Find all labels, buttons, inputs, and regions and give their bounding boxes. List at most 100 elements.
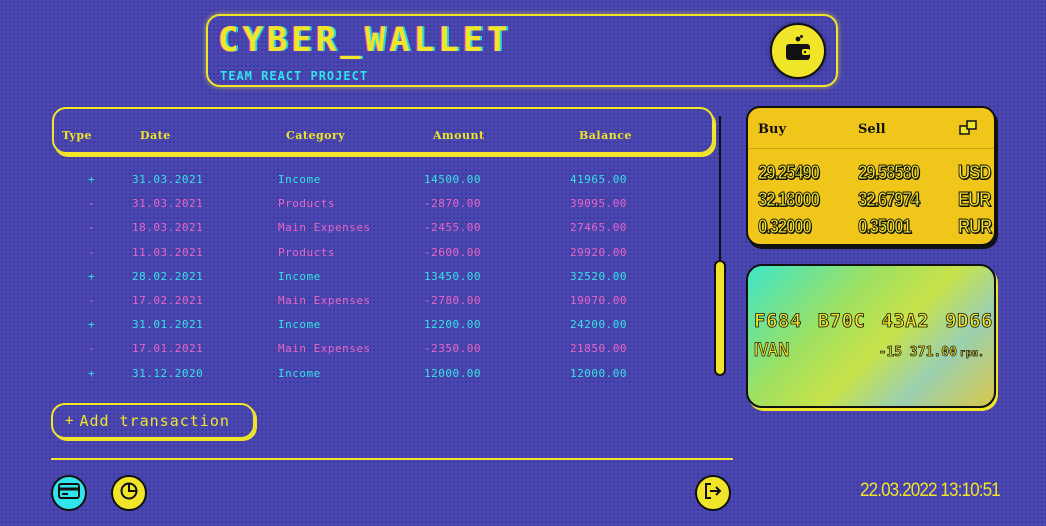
row-amount: -2870.00 [424,197,481,211]
card-holder: IVAN [754,340,790,362]
column-category: Category [286,129,346,142]
row-type: + [88,173,96,186]
rate-buy: 0.32000 [758,216,813,239]
row-date: 17.02.2021 [132,293,204,307]
table-row[interactable]: - 17.02.2021 Main Expenses -2780.00 19070.00 [52,291,714,315]
table-row[interactable]: - 31.03.2021 Products -2870.00 39095.00 [52,194,714,218]
table-row[interactable]: +28.02.2021 Income 13450.00 32520.00 [52,267,714,291]
row-date: 18.03.2021 [132,221,204,235]
row-balance: 27465.00 [570,221,627,235]
row-category: Income [278,318,321,332]
pie-chart-icon [119,481,139,505]
row-balance: 29920.00 [570,245,627,259]
row-type: + [88,269,96,283]
rate-buy: 32.18000 [758,189,821,212]
buy-header: Buy [758,122,786,137]
row-type: - [88,221,96,235]
plus-icon: + [65,413,75,429]
table-row[interactable]: +31.01.2021 Income 12200.00 24200.00 [52,315,714,339]
rate-row-usd: 29.25490 29.58580 USD [748,162,994,188]
rate-sell: 29.58580 [858,162,921,185]
column-amount: Amount [433,129,485,142]
row-type: - [88,293,96,307]
rate-code: EUR [958,189,992,212]
row-balance: 41965.00 [570,173,627,186]
sell-header: Sell [858,122,886,137]
row-amount: -2350.00 [424,342,481,356]
row-category: Main Expenses [278,342,371,356]
rate-row-rur: 0.32000 0.35001 RUR [748,216,994,242]
rate-code: USD [958,162,992,185]
wallet-icon [783,34,813,68]
currency-rates-panel: Buy Sell 29.25490 29.58580 USD 32.18000 … [746,106,996,246]
row-amount: 13450.00 [424,269,481,283]
column-balance: Balance [579,129,632,142]
row-category: Income [278,366,321,380]
row-balance: 21850.00 [570,342,627,356]
row-date: 17.01.2021 [132,342,204,356]
row-category: Income [278,269,321,283]
row-date: 31.12.2020 [132,366,204,380]
transactions-list: +31.03.2021 Income 14500.00 41965.00 - 31.03.… [52,170,714,388]
row-date: 11.03.2021 [132,245,204,259]
add-transaction-label: Add transaction [79,412,230,430]
row-type: - [88,245,96,259]
card-balance-value: -15 371.00 [878,345,957,361]
table-row[interactable]: +31.12.2020 Income 12000.00 12000.00 [52,364,714,388]
table-row[interactable]: - 17.01.2021 Main Expenses -2350.00 21850.00 [52,339,714,363]
row-balance: 24200.00 [570,318,627,332]
row-amount: -2455.00 [424,221,481,235]
card-balance: -15 371.00 грн. [878,345,985,361]
row-balance: 39095.00 [570,197,627,211]
current-datetime: 22.03.2022 13:10:51 [860,480,1001,501]
row-type: - [88,342,96,356]
row-category: Products [278,197,335,211]
wallet-button[interactable] [770,23,826,79]
credit-card-icon [58,483,80,503]
row-type: - [88,197,96,211]
app-subtitle: TEAM REACT PROJECT [220,69,369,83]
rate-sell: 0.35001 [858,216,913,239]
add-transaction-button[interactable]: + Add transaction [51,403,255,439]
logout-icon [703,481,723,505]
row-balance: 19070.00 [570,293,627,307]
row-amount: 12200.00 [424,318,481,332]
cards-button[interactable] [51,475,87,511]
row-date: 31.01.2021 [132,318,204,332]
row-date: 31.03.2021 [132,173,204,186]
bank-card[interactable]: F684 B70C 43A2 9D66 IVAN -15 371.00 грн. [746,264,996,408]
statistics-button[interactable] [111,475,147,511]
refresh-icon[interactable] [958,119,978,141]
row-category: Main Expenses [278,221,371,235]
rate-sell: 32.67974 [858,189,921,212]
row-amount: 12000.00 [424,366,481,380]
table-row[interactable]: - 11.03.2021 Products -2600.00 29920.00 [52,243,714,267]
row-date: 28.02.2021 [132,269,204,283]
card-number: F684 B70C 43A2 9D66 [754,310,993,333]
logout-button[interactable] [695,475,731,511]
row-category: Main Expenses [278,293,371,307]
row-type: + [88,366,96,380]
row-balance: 12000.00 [570,366,627,380]
column-date: Date [140,129,171,142]
row-category: Income [278,173,321,186]
row-category: Products [278,245,335,259]
app-header: CYBER_WALLET TEAM REACT PROJECT [206,14,838,87]
column-type: Type [62,129,93,142]
bottom-divider [51,458,733,460]
row-type: + [88,318,96,332]
rate-code: RUR [958,216,993,239]
row-date: 31.03.2021 [132,197,204,211]
row-amount: 14500.00 [424,173,481,186]
table-row[interactable]: +31.03.2021 Income 14500.00 41965.00 [52,170,714,194]
transactions-table-header: Type Date Category Amount Balance [52,107,714,154]
app-title: CYBER_WALLET [218,20,512,60]
rate-row-eur: 32.18000 32.67974 EUR [748,189,994,215]
row-amount: -2780.00 [424,293,481,307]
row-amount: -2600.00 [424,245,481,259]
card-balance-unit: грн. [959,348,985,360]
row-balance: 32520.00 [570,269,627,283]
rate-buy: 29.25490 [758,162,821,185]
table-row[interactable]: - 18.03.2021 Main Expenses -2455.00 27465.00 [52,218,714,242]
scrollbar-thumb[interactable] [714,260,726,376]
